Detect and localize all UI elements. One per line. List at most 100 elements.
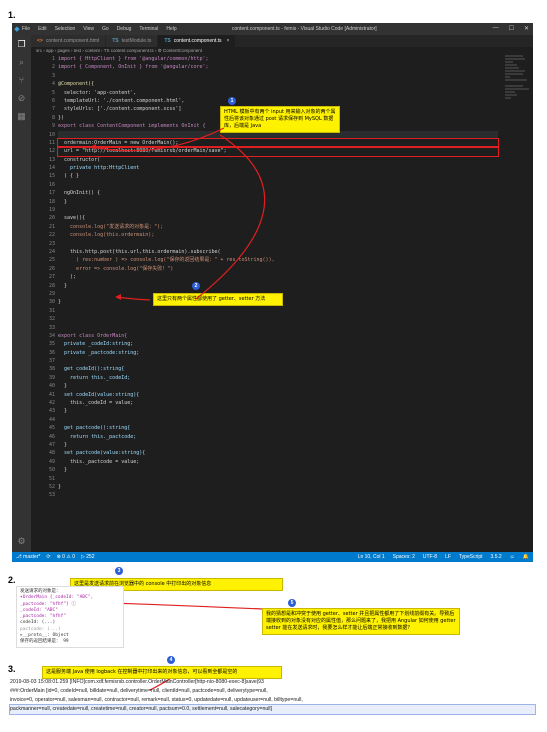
code-line[interactable] [58,307,498,315]
code-line[interactable]: this._pactcode = value; [58,458,498,466]
code-line[interactable]: private _codeId:string; [58,340,498,348]
breadcrumb[interactable]: src › app › pages › test › content › TS … [31,47,202,55]
cursor-position[interactable]: Ln 10, Col 1 [358,554,385,560]
menu-debug[interactable]: Debug [117,26,132,32]
run-count[interactable]: ▷ 252 [81,554,95,560]
badge-3: 3 [115,567,123,575]
code-line[interactable]: return this._codeId; [58,374,498,382]
problems-count[interactable]: ⊗ 0 ⚠ 0 [57,554,75,560]
git-branch[interactable]: ⎇ master* [16,554,40,560]
code-line[interactable] [58,315,498,323]
tab-testmodule-ts[interactable]: TS testModule.ts [106,35,159,47]
code-line[interactable]: ( res:number ) => console.log("保存的返回结果是：… [58,256,498,264]
close-button[interactable]: ✕ [524,25,529,32]
notification-bell-icon[interactable]: 🔔 [523,554,529,560]
menu-edit[interactable]: Edit [38,26,47,32]
code-line[interactable]: ); [58,273,498,281]
line-number: 46 [48,433,55,440]
code-line[interactable]: import { HttpClient } from '@angular/com… [58,55,498,63]
code-line[interactable]: this._codeId = value; [58,399,498,407]
code-line[interactable]: constructor( [58,156,498,164]
line-number: 50 [48,467,55,474]
menu-selection[interactable]: Selection [55,26,76,32]
code-line[interactable]: import { Component, OnInit } from '@angu… [58,63,498,71]
indentation[interactable]: Spaces: 2 [393,554,415,560]
code-line[interactable]: error => console.log("保存失败！") [58,265,498,273]
console-line: 保存的返回结果是： 99 [20,639,69,645]
section-number-2: 2. [8,575,16,585]
code-line[interactable]: private _pactcode:string; [58,349,498,357]
code-line[interactable]: save(){ [58,214,498,222]
code-line[interactable] [58,181,498,189]
code-line[interactable] [58,475,498,483]
line-number: 49 [48,458,55,465]
line-number: 3 [51,72,55,79]
menu-file[interactable]: File [22,26,30,32]
code-line[interactable]: get pactcode():string{ [58,424,498,432]
language-mode[interactable]: TypeScript [459,554,483,560]
code-line[interactable]: } [58,407,498,415]
sync-icon[interactable]: ⟳ [46,554,50,560]
code-line[interactable]: ngOnInit() { [58,189,498,197]
line-number: 27 [48,274,55,281]
code-line[interactable]: set codeId(value:string){ [58,391,498,399]
code-line[interactable] [58,72,498,80]
code-line[interactable]: private http:HttpClient [58,164,498,172]
menu-go[interactable]: Go [102,26,109,32]
debug-icon[interactable]: ⊘ [12,89,31,107]
code-line[interactable] [58,491,498,499]
server-log: 2019-08-03 15:08:01.259 [INFO]com.xdf.fe… [9,678,536,715]
close-tab-icon[interactable]: × [227,38,230,44]
code-line[interactable]: console.log("发送请求的对象是："); [58,223,498,231]
code-line[interactable]: } [58,466,498,474]
code-line[interactable]: url = "http://localhost:8080/Femisrsb/or… [57,146,499,157]
code-line[interactable]: } [58,382,498,390]
line-numbers: 1 2 3 4 5 6 7 8 9 10 11 12 13 14 15 16 17 18 19 20 21 22 23 24 2… [31,55,55,500]
code-line[interactable] [58,357,498,365]
encoding[interactable]: UTF-8 [423,554,437,560]
console-object[interactable]: ▾OrderMain {_codeId: "ABC", _pactcode: "… [20,595,120,608]
code-line[interactable]: this.http.post(this.url,this.ordermain).… [58,248,498,256]
code-line[interactable]: get codeId():string{ [58,365,498,373]
code-line[interactable]: } [58,198,498,206]
line-number: 32 [48,316,55,323]
code-line[interactable]: console.log(this.ordermain); [58,231,498,239]
source-control-icon[interactable]: ⑂ [12,71,31,89]
badge-4: 4 [167,656,175,664]
explorer-icon[interactable]: ❐ [12,35,31,53]
code-line[interactable]: } [58,441,498,449]
code-line[interactable]: } [58,483,498,491]
tab-content-component-ts[interactable]: TS content.component.ts × [158,35,237,47]
line-number: 19 [48,207,55,214]
code-line[interactable] [58,240,498,248]
code-line[interactable]: selector: 'app-content', [58,89,498,97]
code-line[interactable]: export class OrderMain{ [58,332,498,340]
extensions-icon[interactable]: ▦ [12,107,31,125]
code-line[interactable]: set pactcode(value:string){ [58,449,498,457]
menu-terminal[interactable]: Terminal [139,26,158,32]
code-line[interactable]: ) { } [58,172,498,180]
code-line[interactable]: @Component({ [58,80,498,88]
minimap[interactable] [505,55,533,175]
code-line[interactable] [58,206,498,214]
menu-view[interactable]: View [83,26,94,32]
code-line[interactable]: } [58,282,498,290]
tab-content-component-html[interactable]: <> content.component.html [31,35,107,47]
line-number: 38 [48,366,55,373]
line-number: 13 [48,156,55,163]
code-line[interactable]: ordermain:OrderMain = new OrderMain(); [57,137,499,149]
code-line[interactable] [58,416,498,424]
line-number: 4 [51,81,55,88]
maximize-button[interactable]: ☐ [509,25,514,32]
line-ending[interactable]: LF [445,554,451,560]
code-line[interactable]: templateUrl: './content.component.html', [58,97,498,105]
settings-gear-icon[interactable]: ⚙ [12,532,31,550]
code-line[interactable] [58,324,498,332]
minimize-button[interactable]: — [493,25,499,32]
code-line[interactable]: return this._pactcode; [58,433,498,441]
ts-version[interactable]: 3.5.2 [491,554,502,560]
menu-help[interactable]: Help [166,26,176,32]
search-icon[interactable]: ⌕ [12,53,31,71]
note-5: 我的猜想是和冲突于使用 getter、setter 并且把属性都用了下划线前缀有… [262,608,460,635]
feedback-icon[interactable]: ☺ [510,554,515,560]
